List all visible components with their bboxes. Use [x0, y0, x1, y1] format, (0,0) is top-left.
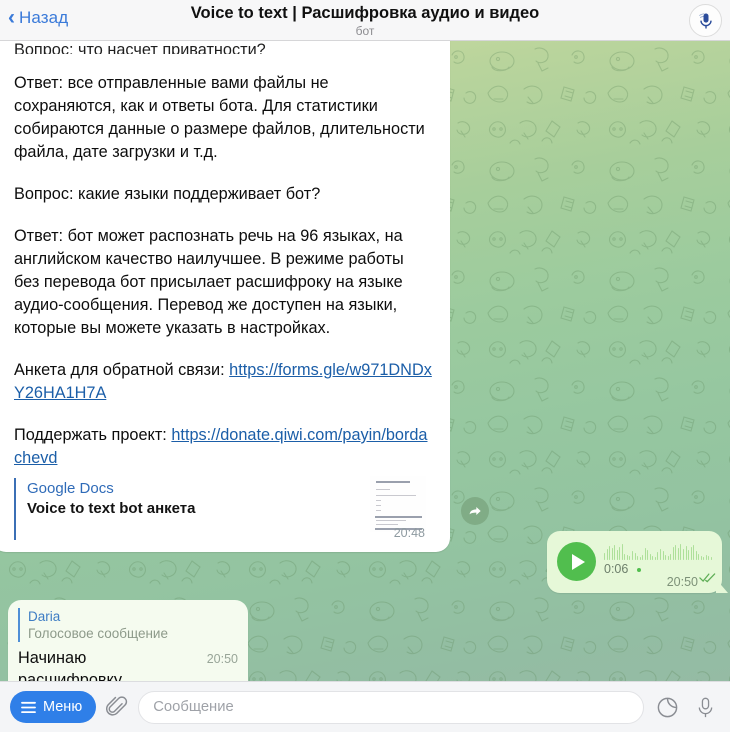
back-button-label: Назад: [19, 7, 69, 27]
waveform-bar: [604, 553, 605, 560]
donate-label: Поддержать проект:: [14, 426, 172, 444]
message-paragraph: Ответ: все отправленные вами файлы не со…: [14, 74, 425, 161]
waveform-bar: [649, 554, 651, 560]
microphone-icon: [698, 697, 713, 717]
waveform-bar: [611, 548, 613, 560]
waveform-bar: [660, 549, 661, 560]
waveform-bar: [672, 547, 674, 560]
menu-button[interactable]: Меню: [10, 691, 97, 723]
waveform-bar: [647, 550, 649, 560]
waveform-bar: [639, 557, 641, 560]
waveform-bar: [665, 555, 667, 560]
double-check-icon: [699, 570, 716, 588]
link-preview-card[interactable]: Google Docs Voice to text bot анкета 20:…: [14, 476, 432, 540]
waveform-bar: [634, 553, 636, 560]
message-paragraph: Вопрос: какие языки поддерживает бот?: [14, 185, 321, 203]
header-subtitle: бот: [355, 24, 375, 38]
waveform-bar: [682, 549, 684, 560]
reply-body: Начинаю расшифровку... 20:50: [18, 647, 238, 681]
message-input[interactable]: Сообщение: [138, 690, 644, 724]
reply-quote[interactable]: Daria Голосовое сообщение: [18, 608, 238, 642]
waveform-bar: [654, 557, 656, 560]
waveform-bar: [629, 556, 631, 560]
waveform-bar: [710, 557, 712, 560]
voice-record-button[interactable]: [691, 696, 720, 719]
waveform-bar: [693, 545, 695, 560]
waveform-bar: [700, 556, 702, 560]
waveform-bar: [626, 555, 628, 560]
message-paragraph: Ответ: бот может распознать речь на 96 я…: [14, 227, 404, 337]
message-paragraph-clipped: Вопрос: что насчет приватности?: [14, 41, 266, 54]
message-bubble-incoming-reply[interactable]: Daria Голосовое сообщение Начинаю расшиф…: [8, 600, 248, 681]
feedback-line: Анкета для обратной связи: https://forms…: [14, 359, 432, 405]
message-bubble-outgoing-voice[interactable]: 0:06 20:50: [547, 531, 722, 593]
reply-message-text: Начинаю расшифровку...: [18, 649, 134, 681]
waveform-bar: [621, 544, 623, 560]
attach-button[interactable]: [104, 695, 130, 719]
play-icon: [572, 553, 585, 570]
waveform-bar: [606, 549, 608, 560]
waveform-bar: [614, 545, 616, 560]
play-button[interactable]: [557, 542, 596, 581]
sticker-button[interactable]: [652, 696, 683, 719]
header-titles: Voice to text | Расшифровка аудио и виде…: [0, 3, 730, 38]
message-timestamp: 20:50: [666, 575, 698, 589]
forward-arrow-icon: [469, 507, 481, 515]
message-bubble-incoming[interactable]: Вопрос: что насчет приватности? Ответ: в…: [0, 41, 450, 552]
waveform-bar: [667, 556, 669, 560]
waveform-bar: [680, 544, 682, 560]
telegram-chat-screen: ‹ Назад Voice to text | Расшифровка ауди…: [0, 0, 730, 732]
forward-button[interactable]: [461, 497, 489, 525]
waveform-bar: [690, 547, 692, 560]
waveform-bar: [632, 551, 633, 560]
document-thumbnail[interactable]: [370, 476, 426, 532]
sticker-icon: [657, 697, 678, 717]
waveform-bar: [624, 554, 626, 560]
waveform-bar: [670, 554, 672, 560]
menu-button-label: Меню: [43, 699, 83, 715]
message-timestamp: 20:50: [206, 652, 238, 666]
back-button[interactable]: ‹ Назад: [8, 7, 68, 28]
waveform-bar: [619, 547, 621, 560]
message-timestamp: 20:48: [393, 526, 425, 540]
waveform-bar: [657, 552, 659, 560]
microphone-icon: [698, 12, 712, 28]
waveform-bar: [609, 546, 611, 560]
waveform-bar: [644, 548, 646, 560]
feedback-label: Анкета для обратной связи:: [14, 361, 230, 379]
chat-message-list[interactable]: Вопрос: что насчет приватности? Ответ: в…: [0, 41, 730, 681]
paperclip-icon: [106, 696, 128, 716]
waveform-bar: [688, 550, 689, 560]
reply-quote-author: Daria: [28, 609, 61, 624]
page-title: Voice to text | Расшифровка аудио и виде…: [190, 4, 540, 22]
chevron-left-icon: ‹: [8, 6, 15, 29]
waveform-bar: [662, 551, 664, 560]
waveform-bar: [705, 555, 707, 560]
waveform-bar: [677, 548, 679, 560]
waveform-bar: [616, 550, 618, 560]
message-input-placeholder: Сообщение: [153, 699, 234, 715]
waveform-bar: [652, 556, 654, 560]
message-composer: Меню Сообщение: [0, 681, 730, 732]
waveform-bar: [637, 556, 639, 560]
waveform-bar: [695, 551, 697, 560]
reply-quote-text: Голосовое сообщение: [28, 626, 168, 641]
unread-dot: [637, 568, 641, 572]
voice-waveform[interactable]: [604, 542, 712, 560]
avatar[interactable]: [689, 4, 722, 37]
waveform-bar: [698, 554, 700, 560]
waveform-bar: [642, 555, 644, 560]
hamburger-icon: [21, 701, 36, 713]
waveform-bar: [675, 545, 677, 560]
waveform-bar: [703, 557, 705, 560]
waveform-bar: [685, 546, 687, 560]
donate-line: Поддержать проект: https://donate.qiwi.c…: [14, 424, 432, 470]
chat-header: ‹ Назад Voice to text | Расшифровка ауди…: [0, 0, 730, 41]
waveform-bar: [708, 556, 710, 560]
voice-duration: 0:06: [604, 562, 629, 576]
